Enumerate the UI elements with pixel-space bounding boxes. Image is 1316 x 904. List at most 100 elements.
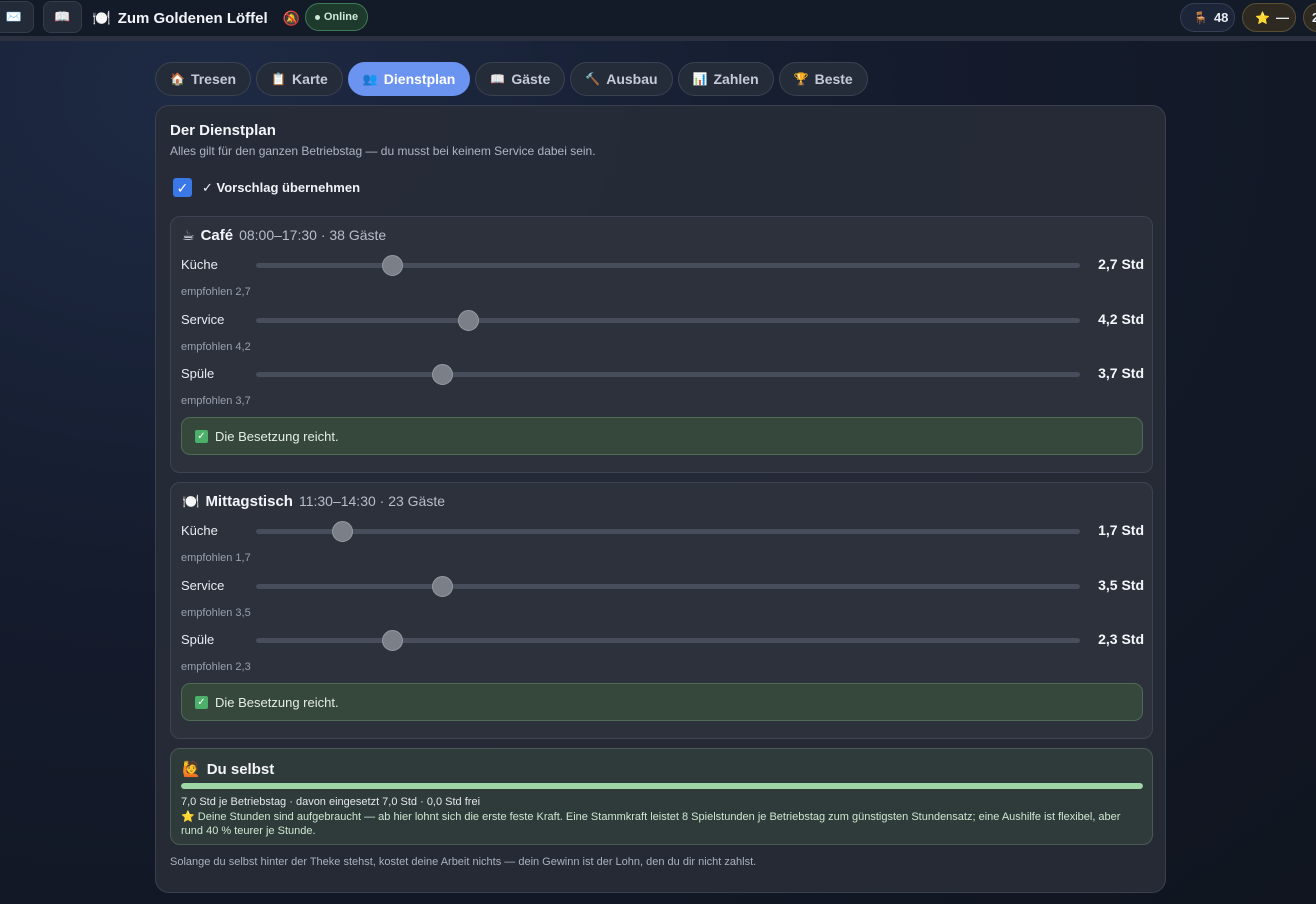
slider-thumb[interactable] xyxy=(432,364,454,385)
shift-section-mittagstisch: 🍽️ Mittagstisch 11:30–14:30 · 23 Gäste K… xyxy=(170,482,1153,739)
row-value: 2,3 Std xyxy=(1098,631,1144,647)
recommendation: empfohlen 2,7 xyxy=(181,286,251,298)
seats-count: 48 xyxy=(1213,10,1229,25)
hammer-icon: 🔨 xyxy=(585,72,601,86)
tab-zahlen[interactable]: 📊 Zahlen xyxy=(677,62,774,96)
staff-row-service: Service 4,2 Std xyxy=(171,308,1154,332)
row-label: Küche xyxy=(181,257,218,272)
row-value: 1,7 Std xyxy=(1098,522,1144,538)
hours-summary: 7,0 Std je Betriebstag · davon eingesetz… xyxy=(181,796,481,808)
rating-badge[interactable]: ⭐ — xyxy=(1242,3,1296,32)
suggestion-toggle[interactable]: ✓ ✓ Vorschlag übernehmen xyxy=(173,178,360,197)
restaurant-name: Zum Goldenen Löffel xyxy=(117,9,268,27)
staff-row-spuele: Spüle 3,7 Std xyxy=(171,362,1154,386)
online-status-badge: Online xyxy=(305,3,368,31)
section-name: Mittagstisch xyxy=(205,493,293,510)
row-label: Küche xyxy=(181,523,218,538)
row-label: Spüle xyxy=(181,632,215,647)
owner-title: Du selbst xyxy=(206,760,275,778)
page-subtitle: Alles gilt für den ganzen Betriebstag — … xyxy=(170,144,596,158)
hours-slider[interactable] xyxy=(256,521,1080,542)
tab-label: Dienstplan xyxy=(383,71,456,87)
hours-slider[interactable] xyxy=(256,255,1080,276)
row-value: 3,5 Std xyxy=(1098,577,1144,593)
restaurant-brand: 🍽️ Zum Goldenen Löffel 🔕 xyxy=(92,7,300,29)
status-dot-icon xyxy=(314,14,320,20)
recommendation: empfohlen 3,7 xyxy=(181,395,251,407)
recommendation: empfohlen 1,7 xyxy=(181,552,251,564)
recommendation: empfohlen 4,2 xyxy=(181,341,251,353)
slider-thumb[interactable] xyxy=(381,630,403,651)
recommendation: empfohlen 3,5 xyxy=(181,607,251,619)
tab-label: Beste xyxy=(814,71,853,87)
people-icon: 👥 xyxy=(362,72,378,86)
tab-label: Tresen xyxy=(190,71,237,87)
status-text: Die Besetzung reicht. xyxy=(215,694,339,710)
plate-icon: 🍽️ xyxy=(182,493,200,509)
staff-row-spuele: Spüle 2,3 Std xyxy=(171,628,1154,652)
staff-row-service: Service 3,5 Std xyxy=(171,574,1154,598)
staff-row-kueche: Küche 2,7 Std xyxy=(171,253,1154,277)
tab-beste[interactable]: 🏆 Beste xyxy=(778,62,868,96)
tab-label: Ausbau xyxy=(606,71,658,87)
raised-hand-icon: 🙋 xyxy=(182,761,201,778)
hours-slider[interactable] xyxy=(256,310,1080,331)
hours-slider[interactable] xyxy=(256,364,1080,385)
coffee-icon: ☕ xyxy=(182,227,195,243)
recommendation: empfohlen 2,3 xyxy=(181,661,251,673)
tab-dienstplan[interactable]: 👥 Dienstplan xyxy=(347,62,471,96)
chair-icon: 🪑 xyxy=(1193,10,1208,25)
mail-button[interactable]: ✉️ xyxy=(0,1,34,33)
tab-label: Zahlen xyxy=(713,71,759,87)
house-icon: 🏠 xyxy=(170,72,185,86)
suggestion-checkbox[interactable]: ✓ xyxy=(173,178,192,197)
staffing-status: ✓ Die Besetzung reicht. xyxy=(181,417,1143,455)
hours-slider[interactable] xyxy=(256,630,1080,651)
footnote: Solange du selbst hinter der Theke stehs… xyxy=(170,856,757,868)
status-text: Online xyxy=(323,11,359,23)
tab-ausbau[interactable]: 🔨 Ausbau xyxy=(570,62,673,96)
owner-hours-card: 🙋 Du selbst 7,0 Std je Betriebstag · dav… xyxy=(170,748,1153,845)
rating-value: — xyxy=(1275,10,1289,25)
section-meta: 11:30–14:30 · 23 Gäste xyxy=(298,493,446,509)
slider-thumb[interactable] xyxy=(331,521,353,542)
staff-row-kueche: Küche 1,7 Std xyxy=(171,519,1154,543)
tab-label: Karte xyxy=(292,71,328,87)
book-button[interactable]: 📖 xyxy=(43,1,82,33)
extra-badge-value: 2 xyxy=(1312,10,1316,25)
tab-label: Gäste xyxy=(511,71,551,87)
book-icon: 📖 xyxy=(490,72,506,86)
section-header: 🍽️ Mittagstisch 11:30–14:30 · 23 Gäste xyxy=(182,493,445,510)
hours-slider[interactable] xyxy=(256,576,1080,597)
tab-gaeste[interactable]: 📖 Gäste xyxy=(475,62,566,96)
row-label: Service xyxy=(181,312,225,327)
section-name: Café xyxy=(200,227,234,244)
star-icon: ⭐ xyxy=(1255,10,1270,25)
slider-thumb[interactable] xyxy=(432,576,454,597)
dienstplan-panel: Der Dienstplan Alles gilt für den ganzen… xyxy=(155,105,1166,893)
row-label: Service xyxy=(181,578,225,593)
extra-badge[interactable]: 2 xyxy=(1303,3,1316,32)
row-value: 3,7 Std xyxy=(1098,365,1144,381)
tab-karte[interactable]: 📋 Karte xyxy=(256,62,343,96)
seats-badge[interactable]: 🪑 48 xyxy=(1180,3,1235,32)
shift-section-cafe: ☕ Café 08:00–17:30 · 38 Gäste Küche 2,7 … xyxy=(170,216,1153,473)
staffing-status: ✓ Die Besetzung reicht. xyxy=(181,683,1143,721)
row-value: 2,7 Std xyxy=(1098,256,1144,272)
tab-tresen[interactable]: 🏠 Tresen xyxy=(155,62,252,96)
section-meta: 08:00–17:30 · 38 Gäste xyxy=(239,227,387,243)
page-title: Der Dienstplan xyxy=(170,122,276,139)
section-header: ☕ Café 08:00–17:30 · 38 Gäste xyxy=(182,227,386,244)
row-label: Spüle xyxy=(181,366,215,381)
slider-thumb[interactable] xyxy=(457,310,479,331)
main-tabs: 🏠 Tresen 📋 Karte 👥 Dienstplan 📖 Gäste 🔨 … xyxy=(155,62,868,96)
plate-icon: 🍽️ xyxy=(92,10,111,27)
row-value: 4,2 Std xyxy=(1098,311,1144,327)
book-icon: 📖 xyxy=(54,9,71,24)
hours-progress-bar xyxy=(181,783,1143,789)
mute-bell-icon[interactable]: 🔕 xyxy=(283,10,300,27)
suggestion-label: ✓ Vorschlag übernehmen xyxy=(202,179,361,195)
status-text: Die Besetzung reicht. xyxy=(215,428,339,444)
clipboard-icon: 📋 xyxy=(271,72,287,86)
slider-thumb[interactable] xyxy=(381,255,403,276)
